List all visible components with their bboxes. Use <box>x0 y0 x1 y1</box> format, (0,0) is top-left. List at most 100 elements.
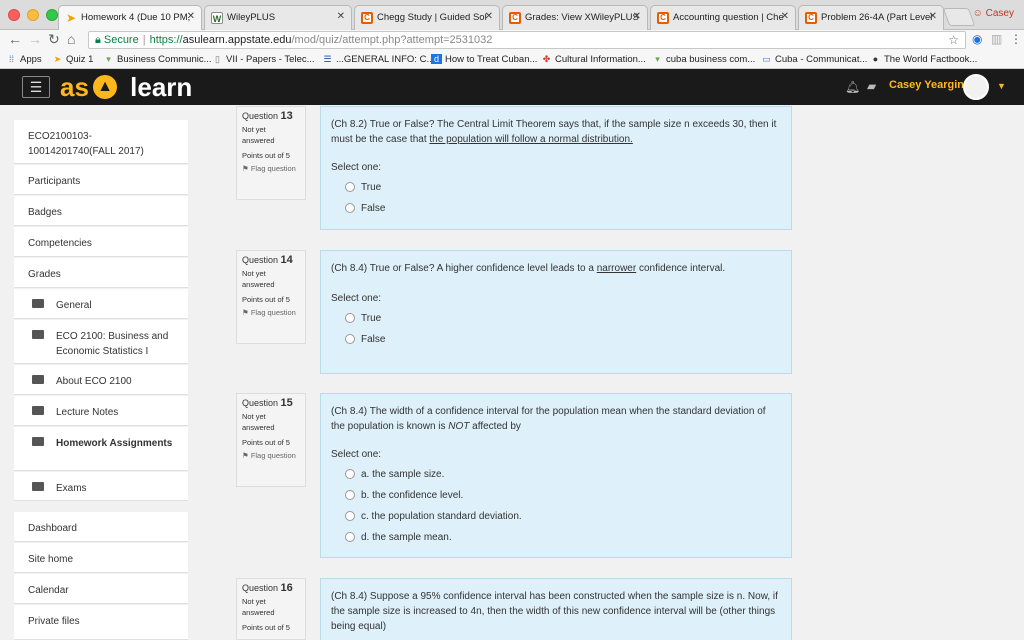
w-icon: W <box>211 12 223 24</box>
arrow-icon: ➤ <box>65 11 77 25</box>
close-tab-icon[interactable]: ✕ <box>781 11 789 22</box>
browser-tab[interactable]: ➤ Homework 4 (Due 10 PM, ✕ <box>58 5 202 30</box>
radio-button[interactable] <box>345 490 355 500</box>
bookmark-star-icon[interactable]: ☆ <box>948 32 959 48</box>
sidebar-item-competencies[interactable]: Competencies <box>14 227 188 257</box>
apps-grid-icon: ⁞⁞ <box>8 54 14 64</box>
bookmark-item[interactable]: ▾ Business Communic... <box>103 54 211 65</box>
question-info: Question 16 Not yet answered Points out … <box>236 578 306 640</box>
radio-button[interactable] <box>345 469 355 479</box>
sidebar-item-grades[interactable]: Grades <box>14 258 188 288</box>
radio-button[interactable] <box>345 182 355 192</box>
flag-question-link[interactable]: ⚑ Flag question <box>242 307 300 318</box>
sidebar-item-dashboard[interactable]: Dashboard <box>14 512 188 542</box>
user-name[interactable]: Casey Yeargin <box>889 79 964 91</box>
sidebar-item-site-home[interactable]: Site home <box>14 543 188 573</box>
close-tab-icon[interactable]: ✕ <box>929 11 937 22</box>
folder-icon <box>32 330 44 339</box>
bookmark-item[interactable]: ☰ ...GENERAL INFO: C... <box>322 54 434 65</box>
chevron-down-icon[interactable]: ▼ <box>997 81 1006 91</box>
browser-tabstrip: ➤ Homework 4 (Due 10 PM, ✕ W WileyPLUS ✕… <box>0 0 1024 30</box>
sidebar-item-about[interactable]: About ECO 2100 <box>14 365 188 395</box>
c-icon: C <box>509 12 521 24</box>
lock-icon: 🔒︎ <box>95 34 101 46</box>
folder-icon <box>32 437 44 446</box>
menu-kebab-icon[interactable]: ⋮ <box>1010 32 1022 46</box>
sidebar-item-participants[interactable]: Participants <box>14 165 188 195</box>
radio-button[interactable] <box>345 532 355 542</box>
flag-question-link[interactable]: ⚑ Flag question <box>242 163 300 174</box>
reload-icon[interactable]: ↻ <box>48 31 60 48</box>
bookmark-item[interactable]: ▭ Cuba - Communicat... <box>761 54 867 65</box>
bookmark-site-icon: d <box>431 54 442 64</box>
radio-button[interactable] <box>345 511 355 521</box>
back-arrow-icon[interactable]: ← <box>8 31 22 47</box>
folder-icon <box>32 375 44 384</box>
sidebar-item-lecture-notes[interactable]: Lecture Notes <box>14 396 188 426</box>
c-icon: C <box>805 12 817 24</box>
sidebar-item-course[interactable]: ECO2100103-10014201740(FALL 2017) <box>14 120 188 164</box>
sidebar-item-exams[interactable]: Exams <box>14 472 188 501</box>
answer-option[interactable]: a. the sample size. <box>331 462 781 483</box>
bookmark-item[interactable]: ✤ Cultural Information... <box>541 54 646 65</box>
asulearn-logo[interactable]: as ▲ learn <box>60 71 192 103</box>
sidebar-item-badges[interactable]: Badges <box>14 196 188 226</box>
question-box: (Ch 8.4) The width of a confidence inter… <box>320 393 792 558</box>
zoom-window-button[interactable] <box>46 9 58 21</box>
c-icon: C <box>657 12 669 24</box>
folder-icon <box>32 406 44 415</box>
flag-icon: ⚑ <box>242 308 251 317</box>
question-box: (Ch 8.2) True or False? The Central Limi… <box>320 106 792 230</box>
close-tab-icon[interactable]: ✕ <box>187 11 195 22</box>
bookmark-item[interactable]: ⁞⁞ Apps <box>6 54 42 65</box>
profile-button[interactable]: ☺ Casey <box>973 8 1014 19</box>
bookmarks-bar: ⁞⁞ Apps ➤ Quiz 1 ▾ Business Communic... ▯ VI… <box>0 50 1024 69</box>
browser-tab[interactable]: W WileyPLUS ✕ <box>204 5 352 30</box>
radio-button[interactable] <box>345 334 355 344</box>
answer-option[interactable]: True <box>331 306 781 327</box>
browser-tab[interactable]: C Chegg Study | Guided Sol ✕ <box>354 5 500 30</box>
close-tab-icon[interactable]: ✕ <box>337 11 345 22</box>
sidebar-item-eco2100[interactable]: ECO 2100: Business and Economic Statisti… <box>14 320 188 364</box>
sidebar-item-calendar[interactable]: Calendar <box>14 574 188 604</box>
avatar[interactable] <box>963 74 989 100</box>
answer-option[interactable]: False <box>331 327 781 348</box>
browser-tab[interactable]: C Problem 26-4A (Part Level ✕ <box>798 5 944 30</box>
question-info: Question 13 Not yet answered Points out … <box>236 106 306 200</box>
bookmark-item[interactable]: ▯ VII - Papers - Telec... <box>212 54 315 65</box>
sidebar-item-general[interactable]: General <box>14 289 188 319</box>
close-window-button[interactable] <box>8 9 20 21</box>
profile-icon: ☺ <box>972 8 986 19</box>
answer-option[interactable]: d. the sample mean. <box>331 525 781 546</box>
answer-option[interactable]: b. the confidence level. <box>331 483 781 504</box>
browser-tab[interactable]: C Accounting question | Che ✕ <box>650 5 796 30</box>
browser-tab[interactable]: C Grades: View XWileyPLUS ✕ <box>502 5 648 30</box>
home-icon[interactable]: ⌂ <box>67 31 75 47</box>
new-tab-button[interactable] <box>942 8 976 26</box>
extension-icon[interactable]: ◉ <box>972 32 982 46</box>
bookmark-item[interactable]: ➤ Quiz 1 <box>52 54 94 65</box>
bookmark-site-icon: ▾ <box>655 54 660 64</box>
minimize-window-button[interactable] <box>27 9 39 21</box>
notification-bell-icon[interactable]: 🔔︎ <box>845 80 860 94</box>
radio-button[interactable] <box>345 203 355 213</box>
sidebar-item-homework[interactable]: Homework Assignments <box>14 427 188 471</box>
sidebar-item-private-files[interactable]: Private files <box>14 605 188 640</box>
bookmark-item[interactable]: ● The World Factbook... <box>870 54 978 65</box>
forward-arrow-icon[interactable]: → <box>28 31 42 47</box>
close-tab-icon[interactable]: ✕ <box>485 11 493 22</box>
folder-icon <box>32 299 44 308</box>
message-icon[interactable]: ▰ <box>867 79 876 93</box>
answer-option[interactable]: c. the population standard deviation. <box>331 504 781 525</box>
bookmark-item[interactable]: ▾ cuba business com... <box>652 54 755 65</box>
answer-option[interactable]: True <box>331 175 781 196</box>
radio-button[interactable] <box>345 313 355 323</box>
question-info: Question 14 Not yet answered Points out … <box>236 250 306 344</box>
close-tab-icon[interactable]: ✕ <box>633 11 641 22</box>
hamburger-menu-icon[interactable]: ☰ <box>22 76 50 98</box>
answer-option[interactable]: False <box>331 196 781 217</box>
address-bar[interactable]: 🔒︎ Secure | https://asulearn.appstate.edu/m… <box>88 31 966 49</box>
extension-icon[interactable]: ▥ <box>991 32 1002 46</box>
flag-question-link[interactable]: ⚑ Flag question <box>242 450 300 461</box>
bookmark-item[interactable]: d How to Treat Cuban... <box>431 54 537 65</box>
